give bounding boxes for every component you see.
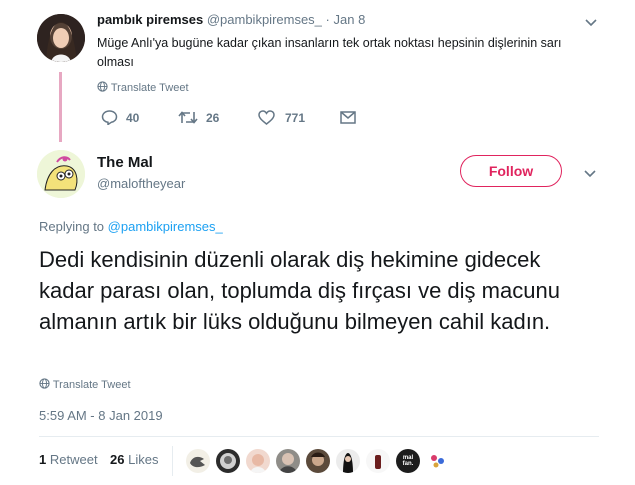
reply-action-retweet[interactable]: 26 bbox=[178, 110, 219, 125]
likers-avatars: mal fan. bbox=[186, 449, 450, 473]
liker-avatar[interactable] bbox=[216, 449, 240, 473]
globe-icon bbox=[39, 378, 50, 389]
liker-avatar[interactable] bbox=[426, 449, 450, 473]
main-translate-label: Translate Tweet bbox=[52, 379, 131, 391]
stats-divider-top bbox=[39, 436, 599, 437]
globe-icon bbox=[97, 81, 108, 92]
heart-icon bbox=[258, 110, 275, 125]
follow-button[interactable]: Follow bbox=[460, 155, 562, 187]
replying-to-handle[interactable]: @pambikpiremses_ bbox=[108, 219, 223, 234]
retweets-stat[interactable]: 1 Retweet bbox=[39, 452, 98, 467]
liker-avatar[interactable] bbox=[366, 449, 390, 473]
likes-label: Likes bbox=[128, 452, 159, 467]
liker-avatar[interactable] bbox=[306, 449, 330, 473]
reply-icon bbox=[101, 110, 118, 125]
tweet-timestamp[interactable]: 5:59 AM - 8 Jan 2019 bbox=[39, 408, 163, 423]
main-author-avatar[interactable] bbox=[37, 150, 85, 198]
liker-avatar[interactable] bbox=[336, 449, 360, 473]
reply-more-caret-icon[interactable] bbox=[584, 16, 598, 30]
main-translate[interactable]: Translate Tweet bbox=[39, 378, 131, 391]
reply-translate[interactable]: Translate Tweet bbox=[97, 81, 189, 94]
header-separator: · bbox=[325, 12, 330, 27]
thread-line bbox=[59, 72, 62, 142]
retweets-count: 1 bbox=[39, 452, 47, 467]
reply-count: 40 bbox=[126, 110, 140, 125]
liker-badge-text: mal fan. bbox=[402, 455, 414, 467]
liker-avatar[interactable]: mal fan. bbox=[396, 449, 420, 473]
reply-action-like[interactable]: 771 bbox=[258, 110, 305, 125]
reply-tweet-header: pambık piremses @pambikpiremses_ · Jan 8 bbox=[97, 12, 365, 27]
replying-to-prefix: Replying to bbox=[39, 219, 105, 234]
reply-author-name[interactable]: pambık piremses bbox=[97, 12, 203, 27]
main-tweet-text: Dedi kendisinin düzenli olarak diş hekim… bbox=[39, 247, 560, 334]
main-more-caret-icon[interactable] bbox=[583, 167, 597, 181]
replying-to: Replying to @pambikpiremses_ bbox=[39, 219, 223, 234]
retweets-label: Retweet bbox=[49, 452, 98, 467]
reply-action-reply[interactable]: 40 bbox=[101, 110, 139, 125]
reply-tweet-text: Müge Anlı'ya bugüne kadar çıkan insanlar… bbox=[97, 36, 562, 69]
reply-action-message[interactable] bbox=[340, 111, 356, 129]
like-count: 771 bbox=[285, 110, 306, 125]
retweet-icon bbox=[178, 111, 198, 124]
likes-stat[interactable]: 26 Likes bbox=[110, 452, 158, 467]
liker-avatar[interactable] bbox=[186, 449, 210, 473]
main-author-name[interactable]: The Mal bbox=[97, 154, 153, 171]
main-author-handle[interactable]: @maloftheyear bbox=[97, 176, 185, 191]
likes-count: 26 bbox=[110, 452, 125, 467]
liker-avatar[interactable] bbox=[276, 449, 300, 473]
reply-translate-label: Translate Tweet bbox=[110, 82, 189, 94]
stats-separator bbox=[172, 446, 173, 476]
liker-avatar[interactable] bbox=[246, 449, 270, 473]
envelope-icon bbox=[340, 111, 356, 124]
follow-button-label: Follow bbox=[488, 163, 534, 179]
retweet-count: 26 bbox=[206, 110, 220, 125]
reply-author-handle[interactable]: @pambikpiremses_ bbox=[207, 12, 322, 27]
reply-date[interactable]: Jan 8 bbox=[334, 12, 366, 27]
reply-author-avatar[interactable] bbox=[37, 14, 85, 62]
